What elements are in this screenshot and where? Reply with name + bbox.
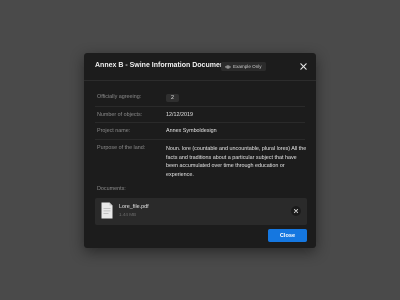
close-button[interactable]: Close — [268, 229, 307, 242]
dialog-header: Annex B - Swine Information Document Exa… — [84, 53, 316, 81]
field-label: Project name: — [97, 128, 131, 134]
dialog-title: Annex B - Swine Information Document — [95, 62, 227, 69]
field-row-officially-agreeing: Officially agreeing: 2 — [95, 91, 305, 107]
field-row-project-name: Project name: Annex Symboldesign — [95, 123, 305, 140]
field-value-pill: 2 — [166, 94, 179, 102]
example-only-badge: Example Only — [221, 62, 266, 71]
close-icon — [300, 63, 307, 70]
field-label: Number of objects: — [97, 112, 143, 118]
field-value: 12/12/2019 — [166, 112, 193, 118]
eye-icon — [225, 65, 231, 68]
field-label: Officially agreeing: — [97, 94, 142, 100]
badge-label: Example Only — [233, 64, 262, 69]
field-row-number-of-objects: Number of objects: 12/12/2019 — [95, 107, 305, 123]
close-icon — [293, 208, 299, 214]
documents-label: Documents: — [97, 186, 126, 192]
document-dialog: Annex B - Swine Information Document Exa… — [84, 53, 316, 248]
field-value: Noun. lore (countable and uncountable, p… — [166, 146, 307, 178]
remove-file-button[interactable] — [291, 206, 301, 216]
field-row-purpose-of-land: Purpose of the land: Noun. lore (countab… — [95, 140, 307, 180]
file-size: 1.44 MB — [119, 212, 137, 217]
field-value: Annex Symboldesign — [166, 128, 217, 134]
file-name[interactable]: Lore_file.pdf — [119, 204, 149, 210]
document-file-item[interactable]: Lore_file.pdf 1.44 MB — [95, 198, 307, 225]
file-icon — [101, 202, 113, 219]
close-dialog-button[interactable] — [299, 62, 308, 71]
field-label: Purpose of the land: — [97, 145, 146, 151]
